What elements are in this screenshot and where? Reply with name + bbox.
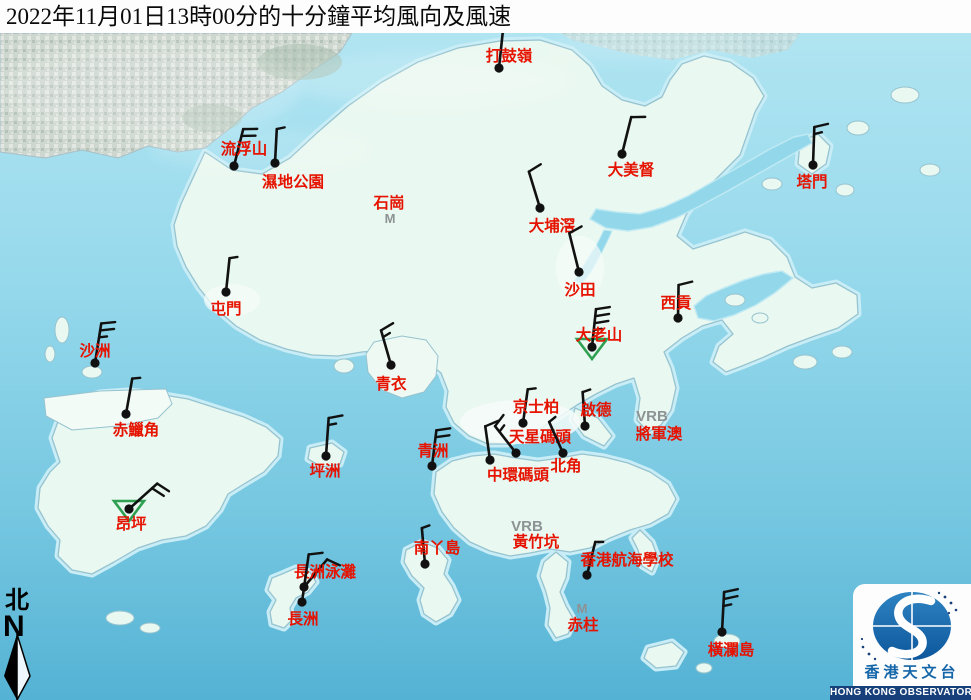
- station-dot: [582, 570, 591, 579]
- station-dot: [270, 158, 279, 167]
- hko-logo-card: 香港天文台: [853, 584, 971, 686]
- station-label: 南丫島: [414, 538, 461, 557]
- wind-barb-feather-half: [230, 257, 238, 258]
- station-label: 橫瀾島: [708, 640, 755, 659]
- station-dot: [427, 461, 436, 470]
- hko-wind-map-screenshot: 打鼓嶺流浮山濕地公園M石崗大美督塔門大埔滘沙田屯門西貢沙洲大老山青衣赤鱲角京士柏…: [0, 0, 971, 700]
- hko-emblem: [853, 584, 971, 664]
- station-label: 赤鱲角: [113, 420, 160, 439]
- station-label: 大老山: [576, 325, 623, 344]
- station-label: 將軍澳: [636, 424, 683, 443]
- station-label: 大埔滘: [529, 216, 576, 235]
- station-vrb-marker: VRB: [511, 518, 543, 535]
- station-dot: [518, 418, 527, 427]
- station-dot: [485, 455, 494, 464]
- station-dot: [386, 360, 395, 369]
- wind-barb-feather-half: [277, 127, 285, 129]
- wind-barb-feather-half: [723, 604, 731, 606]
- station-label: 濕地公園: [262, 172, 324, 191]
- station-dot: [121, 409, 130, 418]
- station-label: 打鼓嶺: [486, 46, 533, 65]
- station-label: 西貢: [660, 294, 692, 312]
- wind-barb-feather-full: [100, 329, 114, 330]
- station-label: 沙田: [564, 281, 595, 299]
- station-m-marker: M: [385, 211, 396, 226]
- station-label: 長洲泳灘: [294, 562, 357, 581]
- wind-barb-feather-full: [101, 322, 115, 323]
- station-label: 屯門: [210, 299, 241, 318]
- wind-barb-feather-half: [99, 336, 107, 337]
- station-label: 北角: [550, 456, 581, 475]
- station-dot: [321, 451, 330, 460]
- station-label: 石崗: [372, 193, 404, 212]
- station-dot: [124, 504, 133, 513]
- wind-barb-staff: [275, 129, 277, 163]
- station-label: 沙洲: [79, 342, 110, 360]
- station-label: 青衣: [375, 374, 407, 393]
- station-label: 流浮山: [221, 139, 268, 158]
- station-label: 長洲: [287, 610, 318, 628]
- station-label: 坪洲: [309, 462, 340, 480]
- station-dot: [297, 597, 306, 606]
- station-dot: [808, 160, 817, 169]
- station-label: 大美督: [608, 160, 655, 179]
- station-label: 黃竹坑: [512, 532, 560, 551]
- station-label: 赤柱: [567, 615, 599, 634]
- station-dot: [535, 203, 544, 212]
- station-dot: [580, 421, 589, 430]
- wind-barb-feather-half: [132, 378, 140, 379]
- wind-barb-staff: [813, 127, 814, 165]
- station-dot: [717, 627, 726, 636]
- station-vrb-marker: VRB: [636, 408, 668, 425]
- hko-chinese-name: 香港天文台: [853, 661, 971, 682]
- station-dot: [221, 287, 230, 296]
- wind-barb-feather-full: [309, 553, 323, 555]
- wind-barb-feather-half: [328, 424, 336, 426]
- wind-barb-feather-half: [528, 388, 536, 389]
- station-dot: [420, 559, 429, 568]
- station-dot: [574, 267, 583, 276]
- hong-kong-wind-map: 打鼓嶺流浮山濕地公園M石崗大美督塔門大埔滘沙田屯門西貢沙洲大老山青衣赤鱲角京士柏…: [0, 0, 971, 700]
- compass-n-label: N: [3, 610, 25, 643]
- station-dot: [673, 313, 682, 322]
- station-dot: [558, 448, 567, 457]
- station-dot: [229, 161, 238, 170]
- station-label: 天星碼頭: [509, 428, 572, 446]
- station-m-marker: M: [577, 601, 588, 616]
- station-dot: [511, 448, 520, 457]
- station-dot: [617, 149, 626, 158]
- map-title: 2022年11月01日13時00分的十分鐘平均風向及風速: [0, 0, 971, 33]
- station-label: 青洲: [417, 441, 448, 460]
- hko-english-name: HONG KONG OBSERVATORY: [830, 686, 971, 700]
- station-label: 昂坪: [115, 515, 147, 533]
- station-label: 啟德: [580, 400, 612, 419]
- station-label: 塔門: [796, 172, 827, 191]
- station-label: 香港航海學校: [580, 550, 674, 569]
- station-label: 中環碼頭: [487, 465, 550, 484]
- station-label: 京士柏: [513, 397, 560, 416]
